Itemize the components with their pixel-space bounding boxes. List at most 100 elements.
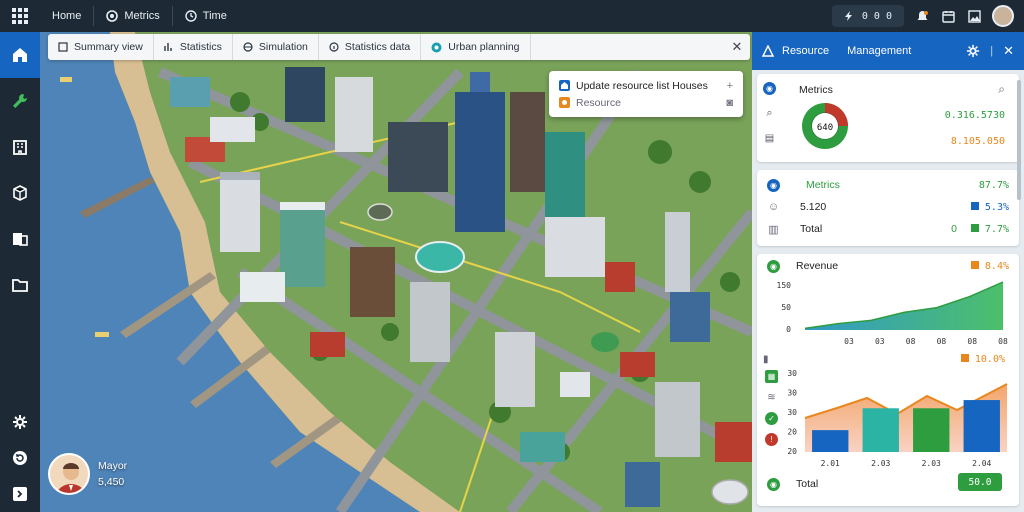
notification-button[interactable] [914, 8, 930, 24]
rail-home[interactable] [0, 32, 40, 78]
metrics-row[interactable]: ▥ Total 0 7.7% [757, 218, 1019, 240]
circle-check-icon [106, 10, 119, 22]
tab-statistics-data[interactable]: Statistics data [319, 34, 422, 60]
metrics-row-label: Total [800, 223, 823, 235]
topbar-metrics-button[interactable]: Metrics [94, 0, 171, 32]
metrics-percent: 87.7% [978, 179, 1009, 191]
bar [862, 408, 899, 452]
gauge-chart: 640 [802, 103, 848, 149]
metrics-card: ◉ Metrics 87.7% ☺ 5.120 5.3% ▥ Total 0 7… [757, 170, 1019, 246]
resource-icon [559, 97, 570, 108]
bar-chart-icon: ▮ [763, 353, 769, 365]
tab-summary-view[interactable]: Summary view [48, 34, 154, 60]
legend-swatch [970, 201, 979, 210]
tab-statistics[interactable]: Statistics [154, 34, 233, 60]
y-tick-label: 20 [787, 428, 797, 437]
rail-refresh[interactable] [0, 440, 40, 476]
y-tick-label: 30 [787, 389, 797, 398]
grid-icon [12, 8, 28, 24]
refresh-icon [13, 451, 27, 465]
bar-chart-icon [164, 43, 172, 51]
search-icon[interactable]: ⌕ [998, 82, 1005, 97]
x-tick-label: 08 [967, 337, 977, 346]
x-tick-label: 2.01 [821, 459, 840, 468]
combined-bar-area-chart: 30 30 30 20 20 2.01 2.03 2.03 2.04 [787, 369, 1008, 468]
revenue-area-chart: 150 50 0 03 03 08 08 08 08 [777, 281, 1008, 346]
image-button[interactable] [966, 8, 982, 24]
globe-icon[interactable]: ◉ [763, 82, 776, 95]
y-tick-label: 50 [781, 303, 791, 312]
total-button[interactable]: 50.0 [958, 473, 1002, 491]
close-icon[interactable]: ✕ [724, 34, 750, 60]
speed-control[interactable]: 0 0 0 [831, 5, 904, 27]
topbar-time-button[interactable]: Time [173, 0, 239, 32]
user-avatar[interactable] [992, 5, 1014, 27]
mayor-profile[interactable]: Mayor 5,450 [48, 448, 158, 500]
rail-settings[interactable] [0, 404, 40, 440]
divider: | [990, 45, 994, 57]
metrics-row-prefix: 0 [951, 223, 957, 235]
panel-scrollbar[interactable] [1017, 80, 1021, 200]
x-tick-label: 08 [906, 337, 916, 346]
topbar-time-label: Time [202, 10, 227, 22]
panel-title: Resource [782, 45, 830, 57]
x-tick-label: 2.03 [922, 459, 941, 468]
chart2-percent: 10.0% [974, 353, 1005, 365]
resource-popup: Update resource list Houses + Resource ◙ [549, 71, 743, 117]
house-icon [559, 80, 570, 91]
clock-icon [185, 10, 197, 22]
metrics-row[interactable]: ☺ 5.120 5.3% [757, 196, 1019, 218]
smile-icon: ☺ [767, 201, 780, 213]
tab-simulation[interactable]: Simulation [233, 34, 319, 60]
rail-folders[interactable] [0, 262, 40, 308]
overview-value-2: 8.105.050 [950, 136, 1005, 147]
rail-tools[interactable] [0, 78, 40, 124]
legend-swatch [970, 223, 979, 232]
plus-icon[interactable]: + [727, 80, 733, 92]
home-icon [13, 48, 27, 62]
calendar-button[interactable] [940, 8, 956, 24]
rail-packages[interactable] [0, 170, 40, 216]
cube-icon [13, 185, 27, 201]
revenue-area [805, 282, 1003, 330]
app-grid-button[interactable] [0, 0, 40, 32]
revenue-card: ◉ Revenue 8.4% 150 50 0 03 03 08 08 08 08 ▮ 10.0… [757, 254, 1019, 506]
calendar-icon [941, 10, 955, 23]
topbar-home-button[interactable]: Home [40, 0, 93, 32]
lightning-icon [844, 11, 852, 21]
tab-label: Statistics [179, 41, 222, 53]
panel-subtitle: Management [847, 45, 912, 57]
clipboard-icon[interactable]: ▤ [763, 132, 776, 145]
person-icon [762, 45, 774, 57]
gear-icon[interactable] [966, 44, 980, 58]
globe-icon [243, 42, 253, 52]
mayor-value: 5,450 [98, 476, 125, 488]
search-icon[interactable]: ⌕ [763, 107, 776, 120]
metrics-row-label: 5.120 [800, 201, 827, 213]
building-icon [13, 140, 27, 155]
gear-icon [13, 415, 27, 429]
metrics-row-value: 5.3% [984, 201, 1009, 213]
left-rail [0, 32, 40, 512]
close-icon[interactable]: ✕ [1003, 43, 1014, 59]
panel-header: Resource Management | ✕ [752, 32, 1024, 70]
top-bar: Home Metrics Time 0 0 0 [0, 0, 1024, 32]
document-icon [13, 233, 28, 246]
metrics-header-row: ◉ Metrics 87.7% [757, 174, 1019, 196]
gauge-label: 640 [817, 123, 833, 133]
revenue-percent: 8.4% [984, 260, 1009, 272]
camera-icon[interactable]: ◙ [726, 97, 733, 109]
y-tick-label: 30 [787, 408, 797, 417]
bell-icon [917, 10, 928, 20]
tab-urban-planning[interactable]: Urban planning [421, 34, 531, 60]
mayor-name: Mayor [98, 460, 128, 472]
folder-icon [12, 279, 28, 292]
rail-buildings[interactable] [0, 124, 40, 170]
y-tick-label: 30 [787, 369, 797, 378]
tab-label: Summary view [74, 41, 143, 53]
rail-reports[interactable] [0, 216, 40, 262]
rail-exit[interactable] [0, 476, 40, 512]
chart-icon: ◉ [767, 259, 780, 273]
tab-label: Simulation [258, 41, 308, 53]
mayor-avatar [48, 453, 90, 495]
